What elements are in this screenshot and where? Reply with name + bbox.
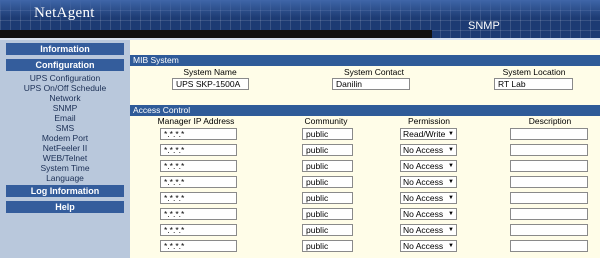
dropdown-arrow-icon: ▼ bbox=[448, 227, 454, 233]
system-location-header: System Location bbox=[502, 67, 566, 77]
dropdown-arrow-icon: ▼ bbox=[448, 195, 454, 201]
permission-select[interactable]: No Access ▼ bbox=[400, 240, 457, 252]
sidebar-item-ups-configuration[interactable]: UPS Configuration bbox=[0, 73, 130, 83]
community-input[interactable]: public bbox=[302, 192, 353, 204]
manager-ip-header: Manager IP Address bbox=[157, 116, 235, 126]
sidebar-item-system-time[interactable]: System Time bbox=[0, 163, 130, 173]
system-contact-input[interactable]: Danilin bbox=[332, 78, 410, 90]
dropdown-arrow-icon: ▼ bbox=[448, 243, 454, 249]
permission-header: Permission bbox=[407, 116, 451, 126]
mib-system-section-title: MIB System bbox=[130, 55, 600, 66]
permission-select[interactable]: No Access ▼ bbox=[400, 176, 457, 188]
sidebar-log-information[interactable]: Log Information bbox=[6, 185, 124, 197]
permission-value: No Access bbox=[403, 209, 444, 219]
permission-select[interactable]: No Access ▼ bbox=[400, 160, 457, 172]
community-input[interactable]: public bbox=[302, 144, 353, 156]
page-title: SNMP bbox=[468, 20, 500, 32]
description-input[interactable] bbox=[510, 176, 588, 188]
community-input[interactable]: public bbox=[302, 160, 353, 172]
manager-ip-input[interactable]: *.*.*.* bbox=[160, 224, 237, 236]
dropdown-arrow-icon: ▼ bbox=[448, 131, 454, 137]
manager-ip-input[interactable]: *.*.*.* bbox=[160, 160, 237, 172]
description-input[interactable] bbox=[510, 224, 588, 236]
community-input[interactable]: public bbox=[302, 240, 353, 252]
description-input[interactable] bbox=[510, 128, 588, 140]
permission-value: Read/Write bbox=[403, 129, 446, 139]
system-name-header: System Name bbox=[183, 67, 237, 77]
sidebar-item-modem-port[interactable]: Modem Port bbox=[0, 133, 130, 143]
sidebar-item-snmp[interactable]: SNMP bbox=[0, 103, 130, 113]
permission-select[interactable]: No Access ▼ bbox=[400, 192, 457, 204]
community-input[interactable]: public bbox=[302, 128, 353, 140]
permission-value: No Access bbox=[403, 177, 444, 187]
permission-value: No Access bbox=[403, 225, 444, 235]
permission-value: No Access bbox=[403, 193, 444, 203]
sidebar-help[interactable]: Help bbox=[6, 201, 124, 213]
community-input[interactable]: public bbox=[302, 224, 353, 236]
system-contact-header: System Contact bbox=[344, 67, 404, 77]
system-name-input[interactable]: UPS SKP-1500A bbox=[172, 78, 249, 90]
permission-select[interactable]: No Access ▼ bbox=[400, 144, 457, 156]
permission-select[interactable]: Read/Write ▼ bbox=[400, 128, 457, 140]
description-header: Description bbox=[528, 116, 572, 126]
permission-value: No Access bbox=[403, 241, 444, 251]
sidebar: Information Configuration UPS Configurat… bbox=[0, 40, 130, 258]
manager-ip-input[interactable]: *.*.*.* bbox=[160, 144, 237, 156]
sidebar-item-language[interactable]: Language bbox=[0, 173, 130, 183]
dropdown-arrow-icon: ▼ bbox=[448, 179, 454, 185]
description-input[interactable] bbox=[510, 208, 588, 220]
dropdown-arrow-icon: ▼ bbox=[448, 163, 454, 169]
manager-ip-input[interactable]: *.*.*.* bbox=[160, 176, 237, 188]
dropdown-arrow-icon: ▼ bbox=[448, 147, 454, 153]
description-input[interactable] bbox=[510, 144, 588, 156]
description-input[interactable] bbox=[510, 160, 588, 172]
description-input[interactable] bbox=[510, 192, 588, 204]
sidebar-item-netfeeler[interactable]: NetFeeler II bbox=[0, 143, 130, 153]
description-input[interactable] bbox=[510, 240, 588, 252]
manager-ip-input[interactable]: *.*.*.* bbox=[160, 240, 237, 252]
community-input[interactable]: public bbox=[302, 208, 353, 220]
system-location-input[interactable]: RT Lab bbox=[494, 78, 573, 90]
netagent-logo: NetAgent bbox=[34, 5, 95, 21]
access-control-section-title: Access Control bbox=[130, 105, 600, 116]
header-banner: NetAgent SNMP bbox=[0, 0, 600, 38]
permission-select[interactable]: No Access ▼ bbox=[400, 208, 457, 220]
sidebar-item-sms[interactable]: SMS bbox=[0, 123, 130, 133]
permission-value: No Access bbox=[403, 161, 444, 171]
dropdown-arrow-icon: ▼ bbox=[448, 211, 454, 217]
sidebar-item-web-telnet[interactable]: WEB/Telnet bbox=[0, 153, 130, 163]
header-dark-bar bbox=[0, 30, 432, 38]
manager-ip-input[interactable]: *.*.*.* bbox=[160, 128, 237, 140]
sidebar-item-email[interactable]: Email bbox=[0, 113, 130, 123]
main-content: MIB System System Name System Contact Sy… bbox=[130, 40, 600, 258]
permission-value: No Access bbox=[403, 145, 444, 155]
sidebar-information[interactable]: Information bbox=[6, 43, 124, 55]
manager-ip-input[interactable]: *.*.*.* bbox=[160, 192, 237, 204]
permission-select[interactable]: No Access ▼ bbox=[400, 224, 457, 236]
manager-ip-input[interactable]: *.*.*.* bbox=[160, 208, 237, 220]
community-input[interactable]: public bbox=[302, 176, 353, 188]
sidebar-item-network[interactable]: Network bbox=[0, 93, 130, 103]
community-header: Community bbox=[304, 116, 348, 126]
sidebar-item-ups-onoff-schedule[interactable]: UPS On/Off Schedule bbox=[0, 83, 130, 93]
sidebar-configuration[interactable]: Configuration bbox=[6, 59, 124, 71]
